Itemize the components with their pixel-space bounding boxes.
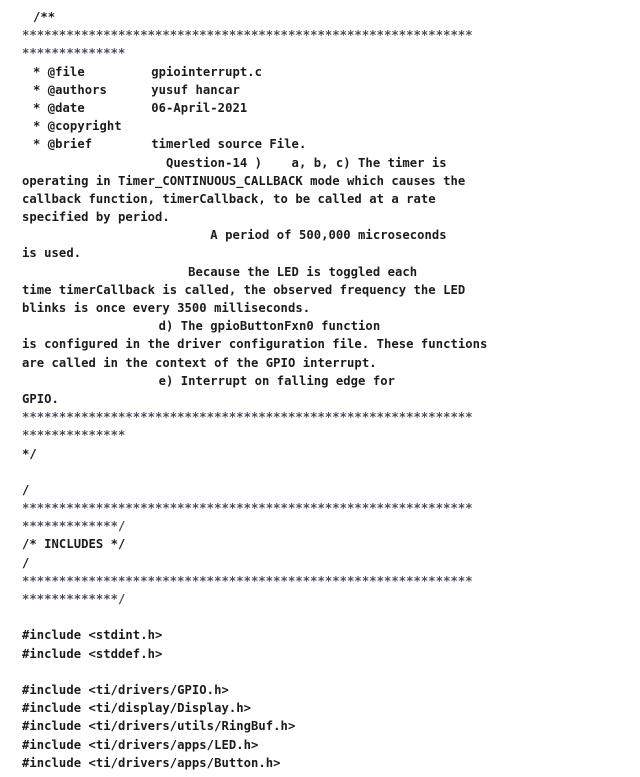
code-line: time timerCallback is called, the observ… bbox=[22, 282, 466, 297]
code-line: #include <ti/drivers/apps/LED.h> bbox=[22, 737, 259, 752]
code-line: *************/ bbox=[22, 519, 126, 534]
code-line: * @date 06-April-2021 bbox=[33, 100, 248, 115]
code-line: #include <ti/drivers/GPIO.h> bbox=[22, 682, 229, 697]
code-line: #include <ti/drivers/apps/Button.h> bbox=[22, 755, 281, 770]
code-line: #include <stdint.h> bbox=[22, 628, 163, 643]
code-line: * @file gpiointerrupt.c bbox=[33, 64, 263, 79]
code-line: A period of 500,000 microseconds bbox=[33, 228, 447, 243]
code-line: ****************************************… bbox=[22, 28, 473, 43]
code-line: ************** bbox=[22, 46, 126, 61]
code-line: * @copyright bbox=[33, 119, 122, 134]
code-line: d) The gpioButtonFxn0 function bbox=[33, 319, 381, 334]
code-line: specified by period. bbox=[22, 210, 170, 225]
code-line: #include <ti/drivers/utils/RingBuf.h> bbox=[22, 719, 296, 734]
code-line: is used. bbox=[22, 246, 82, 261]
code-line: /** bbox=[33, 10, 56, 24]
code-line: is configured in the driver configuratio… bbox=[22, 337, 488, 352]
code-line: *************/ bbox=[22, 592, 126, 606]
code-line: #include <ti/display/Display.h> bbox=[22, 701, 252, 716]
code-line: */ bbox=[22, 446, 37, 461]
code-line: ****************************************… bbox=[22, 573, 473, 588]
code-line: are called in the context of the GPIO in… bbox=[22, 355, 377, 370]
code-line: / bbox=[22, 482, 30, 497]
code-line: ************** bbox=[22, 428, 126, 443]
code-line: / bbox=[22, 555, 30, 570]
code-line: callback function, timerCallback, to be … bbox=[22, 191, 436, 206]
code-line: operating in Timer_CONTINUOUS_CALLBACK m… bbox=[22, 173, 466, 188]
code-listing[interactable]: /** *************************************… bbox=[0, 0, 640, 772]
code-line: #include <stddef.h> bbox=[22, 646, 163, 661]
code-line: GPIO. bbox=[22, 391, 59, 406]
code-line: /* INCLUDES */ bbox=[22, 537, 126, 552]
code-line: Because the LED is toggled each bbox=[33, 264, 418, 279]
code-line: ****************************************… bbox=[22, 501, 473, 516]
code-line: blinks is once every 3500 milliseconds. bbox=[22, 301, 311, 315]
code-line: * @brief timerled source File. bbox=[33, 137, 307, 152]
code-line: Question-14 ) a, b, c) The timer is bbox=[33, 155, 447, 170]
code-line: * @authors yusuf hancar bbox=[33, 82, 240, 97]
code-line: ****************************************… bbox=[22, 410, 473, 425]
code-line: e) Interrupt on falling edge for bbox=[33, 373, 395, 388]
